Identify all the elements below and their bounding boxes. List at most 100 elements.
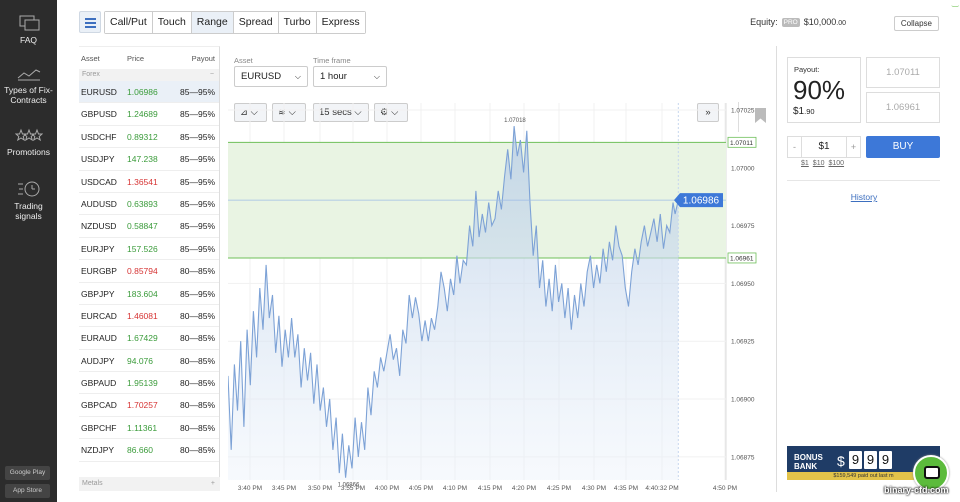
asset-row[interactable]: GBPCHF 1.11361 80—85% xyxy=(79,417,219,440)
collapse-button[interactable]: Collapse xyxy=(893,16,939,31)
equity-label: Equity: xyxy=(750,17,778,27)
asset-price: 1.06986 xyxy=(127,87,158,97)
quick-amount-10[interactable]: $10 xyxy=(813,160,825,167)
asset-row[interactable]: GBPJPY 183.604 85—95% xyxy=(79,283,219,305)
asset-payout: 80—85% xyxy=(180,400,215,411)
equity-display: Equity: PRO $10,000.00 xyxy=(750,17,846,27)
asset-row[interactable]: GBPCAD 1.70257 80—85% xyxy=(79,394,219,417)
asset-price: 0.58847 xyxy=(127,221,158,232)
asset-row[interactable]: EURCAD 1.46081 80—85% xyxy=(79,305,219,328)
column-payout: Payout xyxy=(191,54,215,63)
decrease-amount-button[interactable]: - xyxy=(788,137,802,157)
app-store-badge[interactable]: App Store xyxy=(5,484,50,498)
asset-name: EURCAD xyxy=(81,310,117,321)
asset-price: 183.604 xyxy=(127,288,158,299)
asset-row[interactable]: NZDJPY 86.660 80—85% xyxy=(79,439,219,462)
max-price-label: 1.07018 xyxy=(504,118,526,124)
asset-payout: 80—85% xyxy=(180,266,215,277)
quick-amount-100[interactable]: $100 xyxy=(828,160,844,167)
asset-row[interactable]: EURAUD 1.67429 80—85% xyxy=(79,327,219,350)
bonus-title-line1: BONUS xyxy=(794,453,823,462)
bonus-digit: 9 xyxy=(849,451,862,469)
asset-name: AUDUSD xyxy=(81,198,117,209)
google-play-badge[interactable]: Google Play xyxy=(5,466,50,480)
divider xyxy=(787,180,940,181)
asset-name: AUDJPY xyxy=(81,355,115,366)
trade-panel: Payout: 90% $1.90 1.07011 1.06961 - $1 +… xyxy=(776,46,960,492)
range-lower-label: 1.06961 xyxy=(730,255,754,262)
asset-payout: 85—95% xyxy=(180,87,215,97)
tab-touch[interactable]: Touch xyxy=(152,12,192,33)
asset-row[interactable]: GBPUSD 1.24689 85—95% xyxy=(79,103,219,126)
stars-icon xyxy=(14,128,43,142)
tab-turbo[interactable]: Turbo xyxy=(278,12,317,33)
amount-stepper: - $1 + xyxy=(787,136,861,158)
upper-rate-field[interactable]: 1.07011 xyxy=(866,57,940,88)
chat-icon xyxy=(924,466,940,479)
sidebar-item-label: Trading signals xyxy=(14,201,43,221)
y-tick-label: 1.06925 xyxy=(731,339,755,346)
x-tick-label: 4:50 PM xyxy=(713,485,737,492)
asset-name: NZDJPY xyxy=(81,445,115,456)
asset-row[interactable]: USDJPY 147.238 85—95% xyxy=(79,148,219,171)
payout-amount: $1.90 xyxy=(793,106,815,117)
sidebar-item-promotions[interactable]: Promotions xyxy=(0,128,57,157)
asset-row[interactable]: GBPAUD 1.95139 80—85% xyxy=(79,372,219,395)
asset-price: 0.89312 xyxy=(127,131,158,142)
asset-name: GBPCAD xyxy=(81,400,117,411)
asset-row[interactable]: USDCAD 1.36541 85—95% xyxy=(79,171,219,193)
sidebar-item-label: Types of Fix-Contracts xyxy=(4,85,53,105)
asset-payout: 85—95% xyxy=(180,288,215,299)
amount-input[interactable]: $1 xyxy=(802,137,846,157)
menu-button[interactable] xyxy=(79,11,101,33)
tab-range[interactable]: Range xyxy=(191,12,234,33)
asset-row[interactable]: USDCHF 0.89312 85—95% xyxy=(79,126,219,149)
asset-row[interactable]: NZDUSD 0.58847 85—95% xyxy=(79,215,219,238)
x-tick-label: 3:40 PM xyxy=(238,485,262,492)
asset-name: EURUSD xyxy=(81,87,117,97)
asset-payout: 85—95% xyxy=(180,176,215,187)
asset-price: 86.660 xyxy=(127,445,153,456)
asset-name: EURGBP xyxy=(81,266,117,277)
asset-list-header: Asset Price Payout xyxy=(79,47,219,69)
tab-spread[interactable]: Spread xyxy=(233,12,279,33)
sidebar-item-signals[interactable]: Trading signals xyxy=(0,180,57,221)
y-tick-label: 1.06950 xyxy=(731,281,755,288)
pro-badge[interactable]: PRO xyxy=(781,17,800,27)
quick-amounts: $1 $10 $100 xyxy=(801,160,844,167)
group-metals[interactable]: Metals + xyxy=(79,477,220,491)
asset-row[interactable]: EURGBP 0.85794 80—85% xyxy=(79,260,219,283)
increase-amount-button[interactable]: + xyxy=(846,137,860,157)
collapse-group-icon: − xyxy=(209,71,214,78)
x-tick-label: 4:10 PM xyxy=(443,485,467,492)
tab-call-put[interactable]: Call/Put xyxy=(105,12,153,33)
tab-express[interactable]: Express xyxy=(316,12,365,33)
asset-payout: 80—85% xyxy=(180,422,215,433)
asset-row[interactable]: AUDJPY 94.076 80—85% xyxy=(79,350,219,373)
asset-name: NZDUSD xyxy=(81,221,117,232)
chart-area: Asset EURUSD ⌵ Time frame 1 hour ⌵ ⊿ ⌵ ≋ ⌵… xyxy=(228,46,776,492)
price-chart[interactable]: 3:40 PM 3:45 PM 3:50 PM 3:55 PM 4:00 PM 4:05 … xyxy=(228,46,776,492)
y-tick-label: 1.07025 xyxy=(731,107,755,114)
asset-row[interactable]: EURJPY 157.526 85—95% xyxy=(79,238,219,261)
asset-name: USDJPY xyxy=(81,154,115,165)
watermark: binary-cfd.com xyxy=(884,485,949,495)
asset-price: 1.24689 xyxy=(127,109,158,120)
sidebar-item-faq[interactable]: FAQ xyxy=(0,14,57,45)
clock-icon xyxy=(17,181,39,197)
asset-price: 1.95139 xyxy=(127,378,158,389)
group-forex[interactable]: Forex − xyxy=(79,69,219,81)
history-link[interactable]: History xyxy=(777,192,951,202)
asset-row[interactable]: EURUSD 1.06986 85—95% xyxy=(79,81,219,104)
asset-payout: 80—85% xyxy=(180,445,215,456)
lower-rate-field[interactable]: 1.06961 xyxy=(866,92,940,123)
sidebar-item-types[interactable]: Types of Fix-Contracts xyxy=(0,66,57,105)
range-upper-label: 1.07011 xyxy=(730,140,753,147)
asset-row[interactable]: AUDUSD 0.63893 85—95% xyxy=(79,193,219,216)
y-tick-label: 1.07000 xyxy=(731,165,755,172)
x-tick-label: 4:30 PM xyxy=(582,485,606,492)
quick-amount-1[interactable]: $1 xyxy=(801,160,809,167)
group-label: Metals xyxy=(82,480,103,487)
asset-price: 1.46081 xyxy=(127,310,158,321)
buy-button[interactable]: BUY xyxy=(866,136,940,158)
